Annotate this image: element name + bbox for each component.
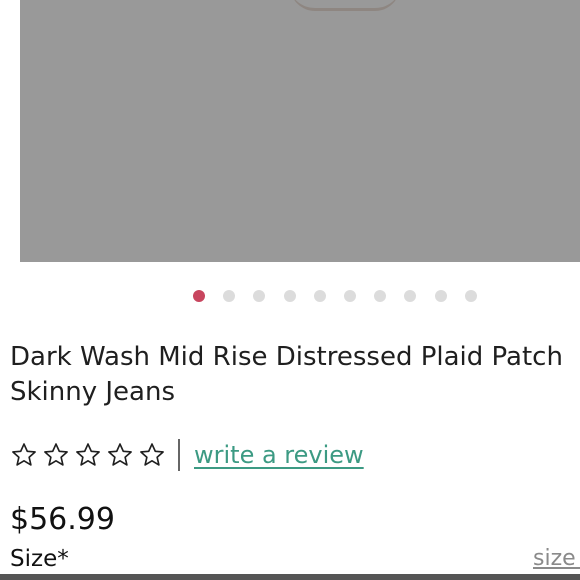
product-title: Dark Wash Mid Rise Distressed Plaid Patc… xyxy=(10,342,563,407)
star-outline-icon xyxy=(140,443,164,466)
carousel-dot-10[interactable] xyxy=(464,290,477,302)
carousel-dot-8[interactable] xyxy=(404,290,417,302)
size-label: Size* xyxy=(10,546,69,572)
carousel-dot-9[interactable] xyxy=(434,290,447,302)
image-carousel-dots xyxy=(193,289,477,303)
size-guide-link[interactable]: size g xyxy=(533,546,580,571)
product-price: $56.99 xyxy=(10,502,115,537)
carousel-dot-2[interactable] xyxy=(223,290,236,302)
rating-row: write a review xyxy=(10,437,364,473)
carousel-dot-6[interactable] xyxy=(343,290,356,302)
bottom-bar xyxy=(0,574,580,580)
product-image-detail xyxy=(290,0,400,11)
carousel-dot-7[interactable] xyxy=(374,290,387,302)
carousel-dot-1[interactable] xyxy=(193,290,205,302)
carousel-dot-5[interactable] xyxy=(313,290,326,302)
write-review-link[interactable]: write a review xyxy=(194,441,364,469)
star-outline-icon xyxy=(76,443,100,466)
star-rating[interactable] xyxy=(10,441,166,469)
rating-divider xyxy=(178,439,180,471)
product-image[interactable] xyxy=(20,0,580,262)
star-outline-icon xyxy=(44,443,68,466)
carousel-dot-4[interactable] xyxy=(283,290,296,302)
star-outline-icon xyxy=(108,443,132,466)
carousel-dot-3[interactable] xyxy=(253,290,266,302)
star-outline-icon xyxy=(12,443,36,466)
